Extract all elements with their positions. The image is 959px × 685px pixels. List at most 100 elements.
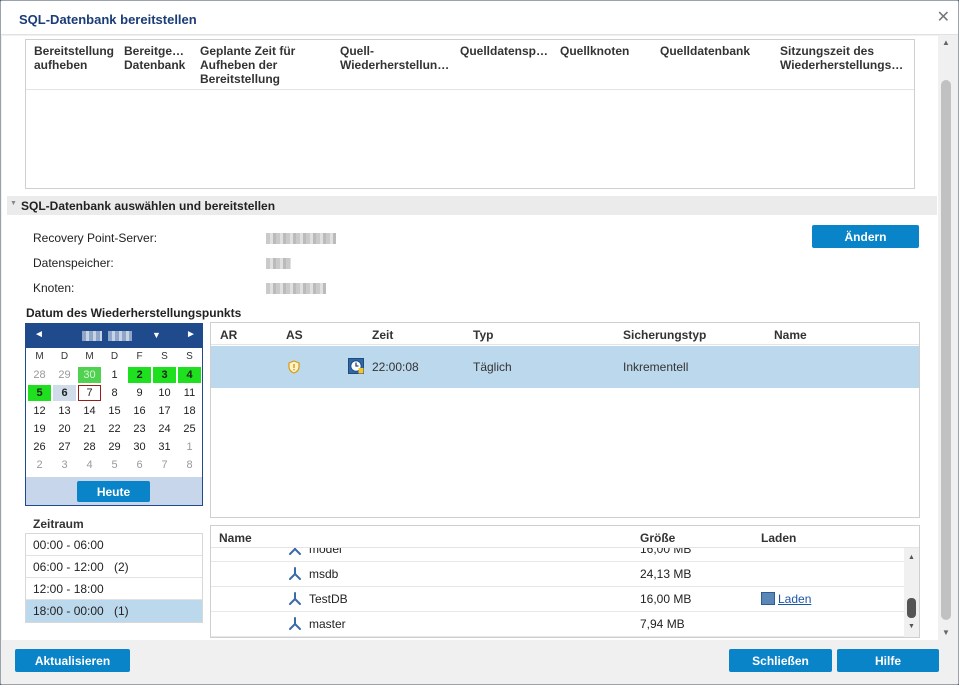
calendar-day[interactable]: 4	[78, 457, 101, 473]
help-button[interactable]: Hilfe	[837, 649, 939, 672]
time-range-item-selected[interactable]: 18:00 - 00:00 (1)	[26, 600, 202, 622]
calendar-day[interactable]: 24	[153, 421, 176, 437]
calendar-day[interactable]: 17	[153, 403, 176, 419]
calendar-day[interactable]: 21	[78, 421, 101, 437]
calendar-heading: Datum des Wiederherstellungspunkts	[26, 306, 242, 320]
month-dropdown-icon[interactable]: ▼	[152, 330, 161, 340]
calendar-day[interactable]: 1	[103, 367, 126, 383]
weekday: D	[110, 351, 119, 362]
calendar-day[interactable]: 2	[28, 457, 51, 473]
calendar-day[interactable]: 28	[28, 367, 51, 383]
change-button[interactable]: Ändern	[812, 225, 919, 248]
calendar-day[interactable]: 22	[103, 421, 126, 437]
column-session-time[interactable]: Sitzungszeit des Wiederherstellungs…	[780, 44, 912, 72]
collapse-triangle-icon[interactable]: ▼	[10, 200, 17, 207]
column-source-datastore[interactable]: Quelldatensp…	[460, 44, 560, 58]
calendar-day[interactable]: 5	[103, 457, 126, 473]
calendar-day[interactable]: 9	[128, 385, 151, 401]
column-source-database[interactable]: Quelldatenbank	[660, 44, 770, 58]
calendar-day[interactable]: 26	[28, 439, 51, 455]
calendar-day[interactable]: 20	[53, 421, 76, 437]
calendar-day[interactable]: 30	[78, 367, 101, 383]
dialog-titlebar: SQL-Datenbank bereitstellen ✕	[1, 1, 958, 35]
time-range-item[interactable]: 00:00 - 06:00	[26, 534, 202, 556]
dialog-scrollbar[interactable]: ▲ ▼	[938, 36, 954, 640]
calendar-day[interactable]: 10	[153, 385, 176, 401]
scroll-thumb[interactable]	[907, 598, 916, 618]
prev-month-icon[interactable]: ◄	[34, 329, 44, 340]
calendar-day[interactable]: 8	[103, 385, 126, 401]
grid-header: AR AS Zeit Typ Sicherungstyp Name	[211, 323, 919, 345]
calendar-day[interactable]: 29	[103, 439, 126, 455]
calendar-day[interactable]: 27	[53, 439, 76, 455]
calendar-day[interactable]: 4	[178, 367, 201, 383]
calendar-day[interactable]: 15	[103, 403, 126, 419]
calendar-day[interactable]: 30	[128, 439, 151, 455]
column-time[interactable]: Zeit	[372, 328, 393, 342]
database-row[interactable]: TestDB 16,00 MB Laden	[211, 587, 904, 612]
scroll-down-icon[interactable]: ▼	[938, 626, 954, 640]
mount-sql-dialog: SQL-Datenbank bereitstellen ✕ Bereitstel…	[0, 0, 959, 685]
calendar-day[interactable]: 5	[28, 385, 51, 401]
calendar-day[interactable]: 28	[78, 439, 101, 455]
calendar-day[interactable]: 1	[178, 439, 201, 455]
time-range-text: 00:00 - 06:00	[33, 538, 104, 552]
time-range-item[interactable]: 06:00 - 12:00 (2)	[26, 556, 202, 578]
calendar-day[interactable]: 19	[28, 421, 51, 437]
scroll-up-icon[interactable]: ▲	[938, 36, 954, 50]
database-scrollbar[interactable]: ▲ ▼	[904, 548, 919, 637]
calendar-day[interactable]: 3	[153, 367, 176, 383]
column-load[interactable]: Laden	[761, 531, 796, 545]
recovery-points-grid: AR AS Zeit Typ Sicherungstyp Name 22:00:…	[210, 322, 920, 518]
calendar-day[interactable]: 14	[78, 403, 101, 419]
today-button[interactable]: Heute	[77, 481, 150, 502]
calendar-day[interactable]: 25	[178, 421, 201, 437]
load-link[interactable]: Laden	[778, 592, 811, 606]
time-range-item[interactable]: 12:00 - 18:00	[26, 578, 202, 600]
scroll-up-icon[interactable]: ▲	[904, 554, 919, 566]
calendar-day[interactable]: 23	[128, 421, 151, 437]
close-icon[interactable]: ✕	[937, 7, 950, 27]
column-backup-type[interactable]: Sicherungstyp	[623, 328, 706, 342]
weekday: D	[60, 351, 69, 362]
weekday: M	[85, 351, 94, 362]
refresh-button[interactable]: Aktualisieren	[15, 649, 130, 672]
calendar-day[interactable]: 18	[178, 403, 201, 419]
recovery-point-row[interactable]: 22:00:08 Täglich Inkrementell	[211, 346, 919, 388]
calendar-day[interactable]: 6	[128, 457, 151, 473]
column-size[interactable]: Größe	[640, 531, 675, 545]
database-row[interactable]: msdb 24,13 MB	[211, 562, 904, 587]
calendar-day-today[interactable]: 7	[78, 385, 101, 401]
calendar-day[interactable]: 8	[178, 457, 201, 473]
calendar-day[interactable]: 31	[153, 439, 176, 455]
column-as[interactable]: AS	[286, 328, 303, 342]
column-name[interactable]: Name	[774, 328, 807, 342]
calendar-day[interactable]: 12	[28, 403, 51, 419]
column-mounted-db[interactable]: Bereitge… Datenbank	[124, 44, 194, 72]
next-month-icon[interactable]: ►	[186, 329, 196, 340]
calendar-day[interactable]: 3	[53, 457, 76, 473]
calendar-day[interactable]: 29	[53, 367, 76, 383]
calendar-day[interactable]: 2	[128, 367, 151, 383]
column-scheduled-unmount[interactable]: Geplante Zeit für Aufheben der Bereitste…	[200, 44, 320, 86]
column-source-node[interactable]: Quellknoten	[560, 44, 655, 58]
column-unmount[interactable]: Bereitstellung aufheben	[34, 44, 119, 72]
load-icon[interactable]	[761, 592, 775, 605]
select-mount-section[interactable]: ▼ SQL-Datenbank auswählen und bereitstel…	[7, 196, 937, 215]
calendar-day[interactable]: 11	[178, 385, 201, 401]
close-button[interactable]: Schließen	[729, 649, 832, 672]
column-name[interactable]: Name	[219, 531, 252, 545]
calendar-day[interactable]: 16	[128, 403, 151, 419]
scroll-down-icon[interactable]: ▼	[904, 623, 919, 635]
dialog-footer: Aktualisieren Schließen Hilfe	[1, 641, 958, 684]
calendar-day[interactable]: 13	[53, 403, 76, 419]
month-redacted	[82, 331, 102, 341]
column-source-recovery[interactable]: Quell- Wiederherstellun…	[340, 44, 465, 72]
database-row[interactable]: master 7,94 MB	[211, 612, 904, 637]
column-type[interactable]: Typ	[473, 328, 493, 342]
calendar-day-selected[interactable]: 6	[53, 385, 76, 401]
scroll-thumb[interactable]	[941, 80, 951, 620]
column-ar[interactable]: AR	[220, 328, 237, 342]
database-name: TestDB	[309, 592, 348, 606]
calendar-day[interactable]: 7	[153, 457, 176, 473]
